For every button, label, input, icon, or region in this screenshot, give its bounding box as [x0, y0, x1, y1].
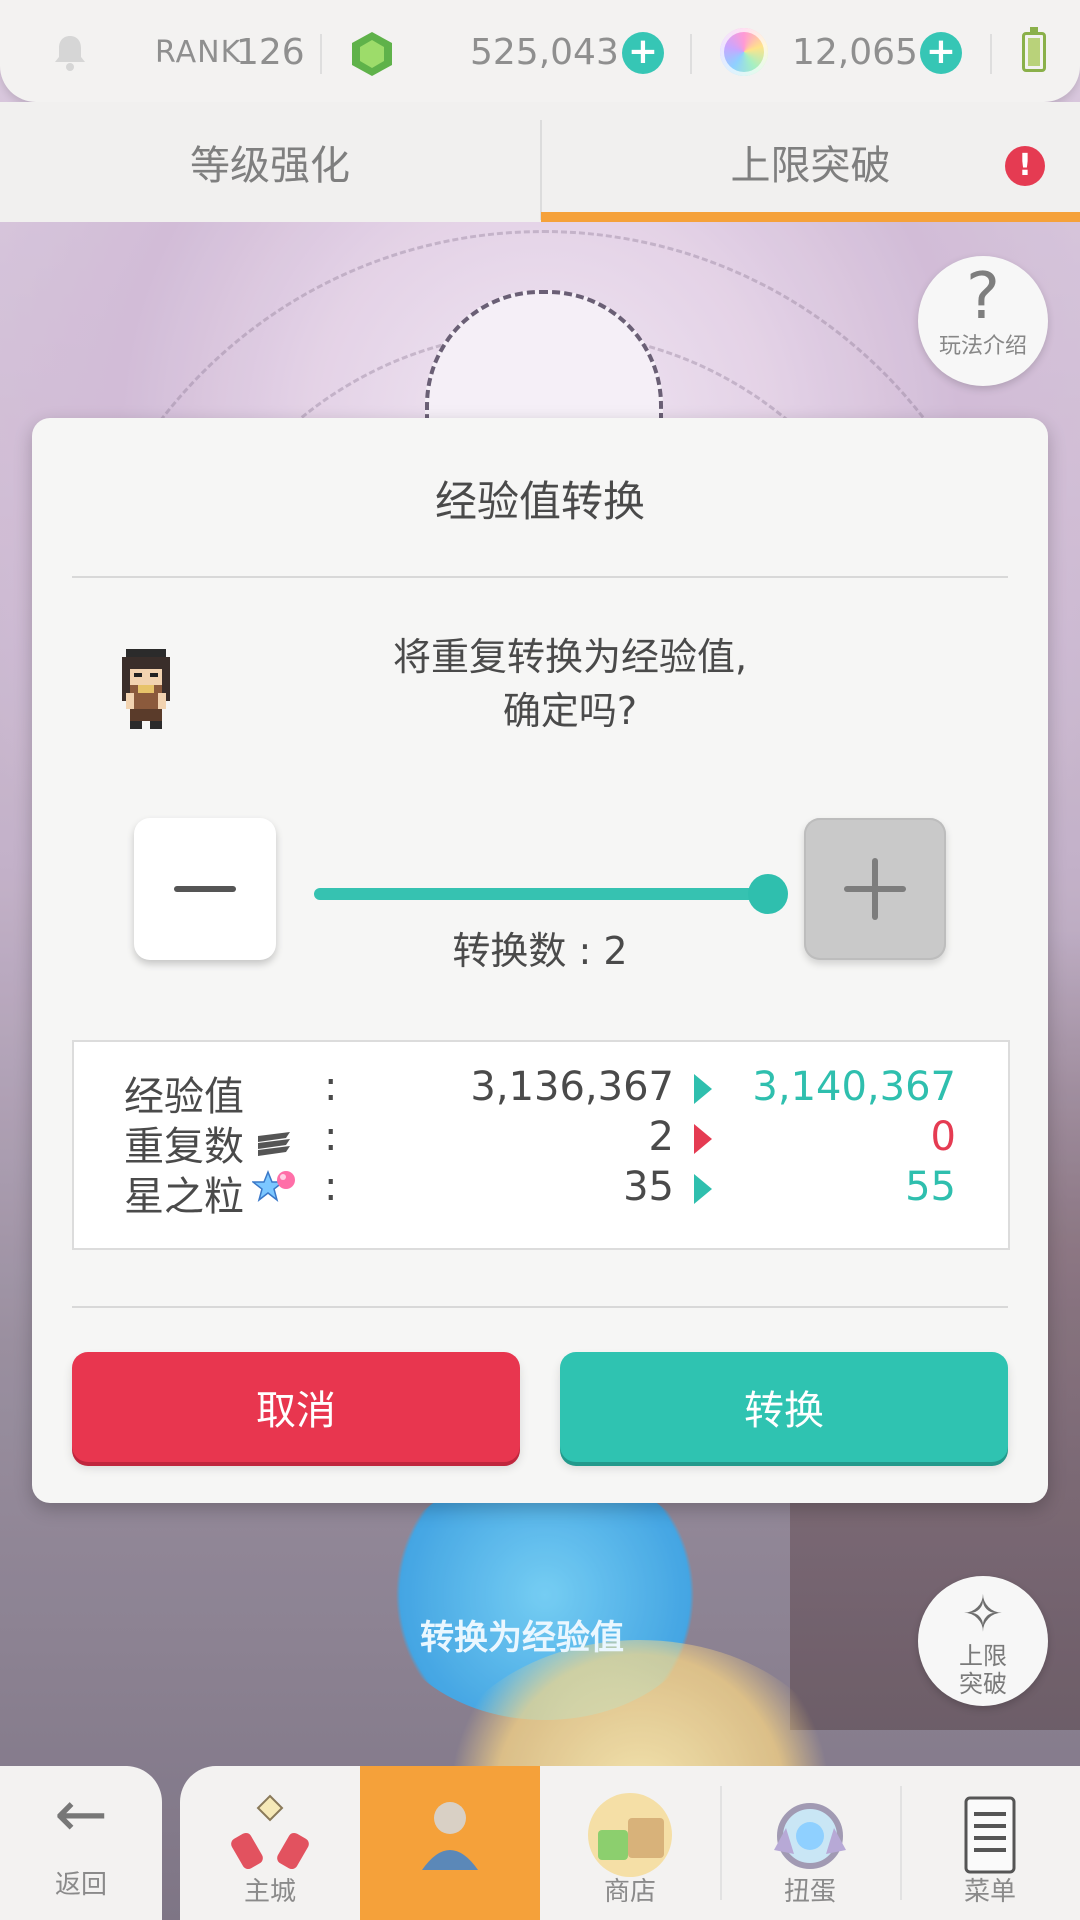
- menu-icon: [940, 1790, 1040, 1880]
- star-grain-icon: [250, 1168, 298, 1216]
- divider: [72, 576, 1008, 578]
- stat-before: 35: [623, 1164, 674, 1210]
- dialog-title: 经验值转换: [434, 477, 645, 526]
- add-orbs-icon[interactable]: +: [920, 32, 962, 74]
- tab-bar: 等级强化 上限突破: [0, 102, 1080, 222]
- convert-count: 转换数 : 2: [452, 929, 628, 973]
- limit-break-label-2: 突破: [959, 1670, 1007, 1698]
- colon: :: [324, 1164, 338, 1210]
- castle-icon: [220, 1790, 320, 1880]
- divider: [990, 34, 992, 74]
- nav-item-menu[interactable]: 菜单: [900, 1766, 1080, 1920]
- gem-icon: [348, 30, 396, 78]
- back-button[interactable]: ← 返回: [0, 1766, 162, 1920]
- alert-badge: !: [1005, 146, 1045, 186]
- bell-icon[interactable]: [52, 24, 92, 80]
- bottom-nav: 主城 商店 扭蛋 菜单: [180, 1766, 1080, 1920]
- orb-count: 12,065: [792, 31, 918, 73]
- stat-after: 3,140,367: [752, 1064, 956, 1110]
- arrow-right-icon: [694, 1174, 712, 1204]
- arrow-right-icon: [694, 1074, 712, 1104]
- cancel-button[interactable]: 取消: [72, 1352, 520, 1462]
- confirm-message: 将重复转换为经验值, 确定吗?: [232, 630, 908, 738]
- shop-icon: [580, 1790, 680, 1880]
- divider: [72, 1306, 1008, 1308]
- tab-level-up[interactable]: 等级强化: [0, 102, 540, 222]
- back-label: 返回: [54, 1870, 107, 1900]
- arrow-left-icon: ←: [54, 1778, 108, 1852]
- nav-label: 主城: [243, 1877, 296, 1907]
- gacha-icon: [760, 1790, 860, 1880]
- limit-break-button[interactable]: ✧ 上限 突破: [918, 1576, 1048, 1706]
- stat-row-star-grain: 星之粒 : 35 55: [74, 1164, 1008, 1220]
- arrow-right-icon: [694, 1124, 712, 1154]
- message-line-1: 将重复转换为经验值,: [392, 635, 748, 679]
- stat-before: 3,136,367: [470, 1064, 674, 1110]
- stat-after: 0: [930, 1114, 956, 1160]
- compass-icon: ✧: [962, 1585, 1004, 1643]
- stat-before: 2: [648, 1114, 674, 1160]
- nav-item-character[interactable]: [360, 1766, 540, 1920]
- active-tab-indicator: [541, 212, 1080, 222]
- nav-label: 商店: [603, 1877, 656, 1907]
- nav-item-shop[interactable]: 商店: [540, 1766, 720, 1920]
- colon: :: [324, 1064, 338, 1110]
- limit-break-label-1: 上限: [959, 1642, 1007, 1670]
- divider: [320, 34, 322, 74]
- stack-icon: [254, 1122, 294, 1168]
- battery-icon: [1022, 27, 1046, 72]
- message-line-2: 确定吗?: [502, 689, 638, 733]
- stats-table: 经验值 : 3,136,367 3,140,367 重复数 : 2 0 星之粒 …: [72, 1040, 1010, 1250]
- character-sprite: [114, 648, 178, 730]
- stat-row-duplicates: 重复数 : 2 0: [74, 1114, 1008, 1170]
- add-gems-icon[interactable]: +: [622, 32, 664, 74]
- gem-count: 525,043: [470, 31, 619, 73]
- orb-icon: [720, 28, 768, 76]
- minus-icon: [174, 886, 236, 892]
- exp-convert-dialog: 经验值转换 将重复转换为经验值, 确定吗? 转换数 : 2 经验值 : 3,13…: [32, 418, 1048, 1503]
- divider: [690, 34, 692, 74]
- nav-item-castle[interactable]: 主城: [180, 1766, 360, 1920]
- nav-item-gacha[interactable]: 扭蛋: [720, 1766, 900, 1920]
- rank-value: 126: [236, 31, 305, 73]
- stat-after: 55: [905, 1164, 956, 1210]
- slider-handle[interactable]: [748, 874, 788, 914]
- tab-limit-break[interactable]: 上限突破: [541, 102, 1080, 222]
- stat-label: 星之粒: [124, 1174, 244, 1220]
- nav-label: 菜单: [963, 1877, 1016, 1907]
- stat-row-exp: 经验值 : 3,136,367 3,140,367: [74, 1064, 1008, 1120]
- nav-label: 扭蛋: [783, 1877, 836, 1907]
- status-bar: RANK 126 525,043 + 12,065 +: [0, 0, 1080, 102]
- colon: :: [324, 1114, 338, 1160]
- character-icon: [400, 1790, 500, 1880]
- count-slider[interactable]: [314, 888, 764, 900]
- rank-label: RANK: [155, 34, 242, 70]
- convert-button[interactable]: 转换: [560, 1352, 1008, 1462]
